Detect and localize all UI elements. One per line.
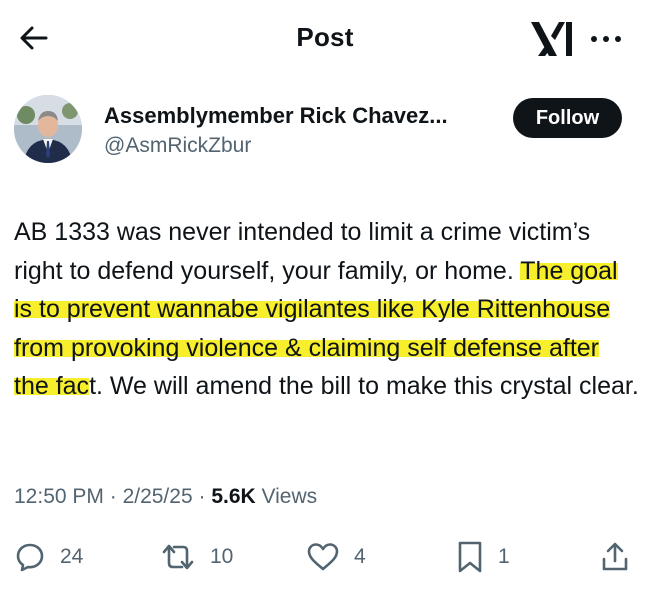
- avatar[interactable]: [14, 95, 82, 163]
- bookmark-button[interactable]: 1: [456, 535, 510, 579]
- reply-button[interactable]: 24: [14, 535, 83, 579]
- xai-logo: [528, 18, 576, 60]
- like-button[interactable]: 4: [306, 535, 366, 579]
- reply-count: 24: [60, 545, 84, 568]
- action-bar: 24 10 4 1: [0, 535, 650, 579]
- author-name[interactable]: Assemblymember Rick Chavez...: [104, 103, 448, 129]
- like-count: 4: [354, 545, 366, 568]
- share-icon: [602, 542, 628, 571]
- repost-icon: [162, 544, 194, 570]
- post-time[interactable]: 12:50 PM: [14, 485, 104, 508]
- repost-button[interactable]: 10: [160, 535, 233, 579]
- post-meta: 12:50 PM · 2/25/25 · 5.6K Views: [14, 485, 317, 509]
- bookmark-icon: [458, 541, 482, 573]
- more-options-button[interactable]: [586, 24, 626, 54]
- more-horizontal-icon: [591, 36, 621, 42]
- repost-count: 10: [210, 545, 234, 568]
- heart-icon: [307, 543, 339, 571]
- author-handle[interactable]: @AsmRickZbur: [104, 134, 251, 158]
- views-count: 5.6K: [211, 485, 256, 508]
- meta-separator: ·: [103, 485, 123, 508]
- meta-separator-2: ·: [192, 485, 212, 508]
- share-button[interactable]: [600, 535, 630, 579]
- post-date[interactable]: 2/25/25: [123, 485, 193, 508]
- bookmark-count: 1: [498, 545, 510, 568]
- post-text-plain: AB 1333 was never intended to limit a cr…: [14, 218, 591, 285]
- post-text-plain-end: t. We will amend the bill to make this c…: [89, 372, 639, 400]
- post-text: AB 1333 was never intended to limit a cr…: [14, 213, 640, 406]
- top-bar: Post: [0, 0, 650, 78]
- follow-button[interactable]: Follow: [513, 98, 622, 138]
- reply-icon: [16, 543, 44, 572]
- views-label: Views: [255, 485, 318, 508]
